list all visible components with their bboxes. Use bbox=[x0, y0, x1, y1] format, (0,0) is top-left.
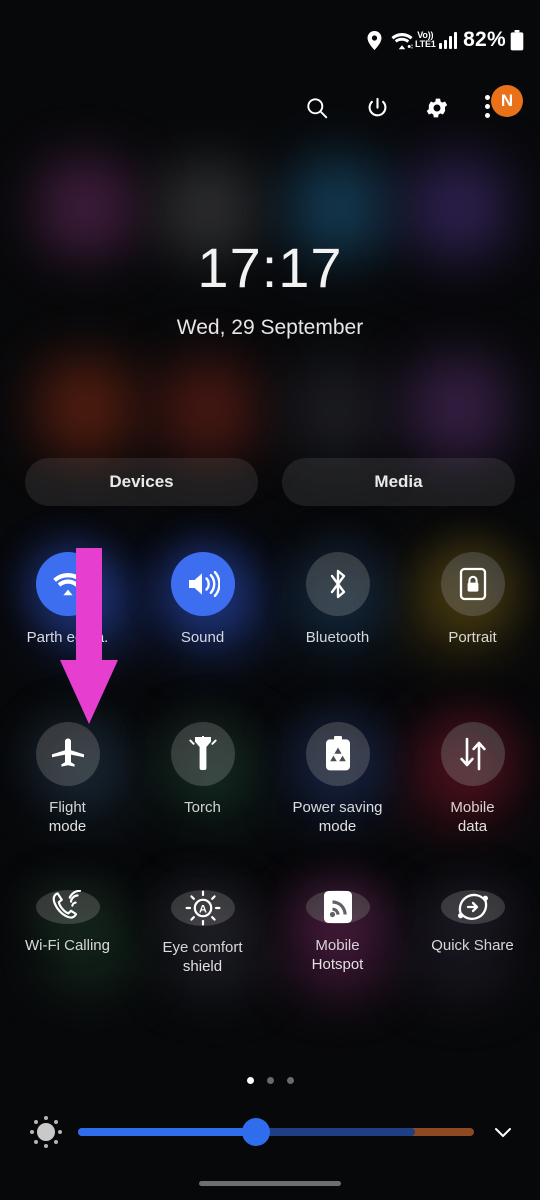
location-pin-icon bbox=[367, 30, 382, 50]
status-bar: Vo)) LTE1 82% bbox=[0, 0, 540, 80]
rotation-lock-icon[interactable] bbox=[440, 552, 505, 616]
gear-icon[interactable] bbox=[422, 93, 452, 123]
battery-percent-label: 82% bbox=[463, 28, 506, 51]
chevron-down-icon[interactable] bbox=[488, 1117, 518, 1147]
clock-block: 17:17 Wed, 29 September bbox=[0, 240, 540, 340]
clock-date: Wed, 29 September bbox=[176, 316, 364, 339]
tile-label: Flight mode bbox=[48, 799, 87, 835]
brightness-slider[interactable] bbox=[78, 1118, 474, 1146]
tile-mobile-data[interactable]: Mobile data bbox=[405, 722, 540, 890]
wallpaper-blob bbox=[408, 358, 508, 458]
media-button[interactable]: Media bbox=[282, 458, 515, 506]
tile-bluetooth[interactable]: Bluetooth bbox=[270, 552, 405, 722]
bluetooth-icon[interactable] bbox=[305, 552, 370, 616]
page-indicator[interactable] bbox=[0, 1077, 540, 1084]
tile-label: Bluetooth bbox=[305, 629, 370, 646]
tile-wifi[interactable]: Parth eema. bbox=[0, 552, 135, 722]
kebab-menu-icon[interactable] bbox=[485, 95, 490, 118]
battery-eco-icon[interactable] bbox=[305, 722, 370, 786]
search-icon[interactable] bbox=[302, 93, 332, 123]
tile-label: Wi-Fi Calling bbox=[24, 937, 110, 954]
signal-bars-icon bbox=[438, 31, 458, 49]
avatar[interactable]: N bbox=[491, 85, 523, 117]
eye-comfort-icon[interactable]: A bbox=[170, 890, 235, 926]
tile-row: Flight mode Torch Power saving mode Mobile … bbox=[0, 722, 540, 890]
brightness-slider-thumb[interactable] bbox=[242, 1118, 271, 1146]
sun-ray bbox=[34, 1139, 39, 1144]
flashlight-icon[interactable] bbox=[170, 722, 235, 786]
devices-button[interactable]: Devices bbox=[25, 458, 258, 506]
data-arrows-icon[interactable] bbox=[440, 722, 505, 786]
volte-indicator: Vo)) LTE1 bbox=[415, 31, 436, 49]
brightness-fill-segment bbox=[78, 1128, 257, 1136]
sun-ray bbox=[53, 1120, 58, 1125]
tile-label: Mobile Hotspot bbox=[311, 937, 364, 973]
sun-ray bbox=[44, 1144, 48, 1148]
tile-label: Mobile data bbox=[450, 799, 495, 835]
wallpaper-blob bbox=[160, 362, 256, 458]
sun-ray bbox=[58, 1130, 62, 1134]
tile-label: Quick Share bbox=[431, 937, 514, 954]
tile-label: Portrait bbox=[448, 629, 497, 646]
gesture-nav-bar[interactable] bbox=[199, 1181, 341, 1186]
devices-media-row: Devices Media bbox=[0, 458, 540, 506]
svg-text:A: A bbox=[199, 904, 207, 916]
profile-menu[interactable]: N bbox=[482, 85, 523, 127]
hotspot-icon[interactable] bbox=[305, 890, 370, 924]
quick-panel-header: N bbox=[0, 84, 540, 132]
wallpaper-blob bbox=[288, 362, 384, 458]
wallpaper-blob bbox=[38, 360, 134, 456]
battery-icon bbox=[510, 29, 524, 51]
speaker-icon[interactable] bbox=[170, 552, 235, 616]
sun-ray bbox=[30, 1130, 34, 1134]
quick-settings-tiles: Parth eema. Sound Bluetooth Portrait Flight … bbox=[0, 552, 540, 975]
volte-bottom-label: LTE1 bbox=[415, 39, 436, 49]
sun-ray bbox=[34, 1120, 39, 1125]
wifi-icon[interactable] bbox=[35, 552, 100, 616]
tile-portrait[interactable]: Portrait bbox=[405, 552, 540, 722]
sun-ray bbox=[53, 1139, 58, 1144]
page-dot[interactable] bbox=[266, 1077, 274, 1084]
tile-torch[interactable]: Torch bbox=[135, 722, 270, 890]
tile-label: Power saving mode bbox=[292, 799, 383, 835]
tile-label: Torch bbox=[184, 799, 221, 816]
clock-time: 17:17 bbox=[197, 236, 343, 299]
brightness-sun-icon bbox=[26, 1112, 66, 1152]
airplane-icon[interactable] bbox=[35, 722, 100, 786]
quick-share-icon[interactable] bbox=[440, 890, 505, 924]
tile-flight-mode[interactable]: Flight mode bbox=[0, 722, 135, 890]
tile-row: Parth eema. Sound Bluetooth Portrait bbox=[0, 552, 540, 722]
brightness-row bbox=[0, 1108, 540, 1156]
power-icon[interactable] bbox=[362, 93, 392, 123]
page-dot[interactable] bbox=[286, 1077, 294, 1084]
wifi-calling-icon[interactable] bbox=[35, 890, 100, 924]
tile-sound[interactable]: Sound bbox=[135, 552, 270, 722]
wifi-icon bbox=[391, 31, 413, 50]
page-dot[interactable] bbox=[246, 1077, 254, 1084]
sun-ray bbox=[44, 1116, 48, 1120]
tile-power-saving[interactable]: Power saving mode bbox=[270, 722, 405, 890]
tile-label: Parth eema. bbox=[26, 629, 109, 646]
tile-label: Eye comfort shield bbox=[162, 939, 243, 975]
tile-label: Sound bbox=[180, 629, 225, 646]
